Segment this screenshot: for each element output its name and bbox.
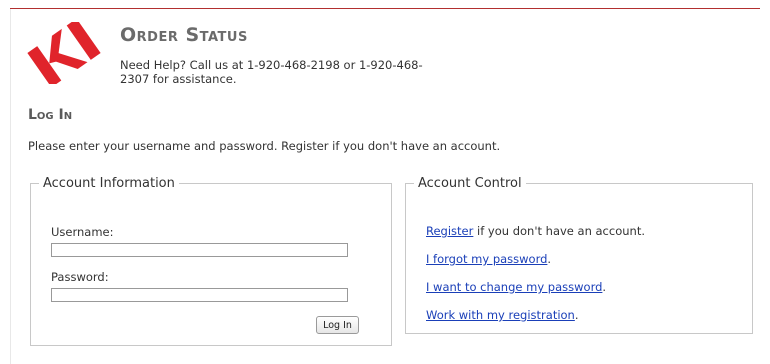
account-information-panel: Account Information Username: Password: … [30, 176, 392, 346]
change-password-line: I want to change my password. [426, 280, 606, 294]
login-instructions: Please enter your username and password.… [28, 139, 501, 153]
work-with-registration-link[interactable]: Work with my registration [426, 308, 575, 322]
forgot-password-suffix: . [547, 252, 552, 266]
forgot-password-line: I forgot my password. [426, 252, 551, 266]
register-link[interactable]: Register [426, 224, 473, 238]
password-input[interactable] [51, 288, 348, 302]
header-rule [10, 8, 760, 9]
help-text: Need Help? Call us at 1-920-468-2198 or … [120, 58, 423, 86]
login-button[interactable]: Log In [316, 316, 359, 334]
registration-line: Work with my registration. [426, 308, 579, 322]
register-suffix: if you don't have an account. [473, 224, 645, 238]
ki-logo-text: KI [26, 22, 28, 23]
ki-logo-i-stem [66, 22, 101, 60]
registration-suffix: . [574, 308, 579, 322]
register-line: Register if you don't have an account. [426, 224, 645, 238]
login-title: Log In [28, 107, 73, 123]
account-information-legend: Account Information [43, 176, 175, 191]
account-control-legend: Account Control [418, 176, 522, 191]
change-password-link[interactable]: I want to change my password [426, 280, 602, 294]
page-title: Order Status [120, 24, 248, 46]
ki-logo: KI [26, 22, 101, 84]
username-input[interactable] [51, 243, 348, 257]
username-label: Username: [51, 225, 114, 239]
forgot-password-link[interactable]: I forgot my password [426, 252, 547, 266]
page-left-border [10, 9, 11, 364]
change-password-suffix: . [602, 280, 607, 294]
password-label: Password: [51, 270, 109, 284]
account-control-panel: Account Control Register if you don't ha… [405, 176, 753, 334]
